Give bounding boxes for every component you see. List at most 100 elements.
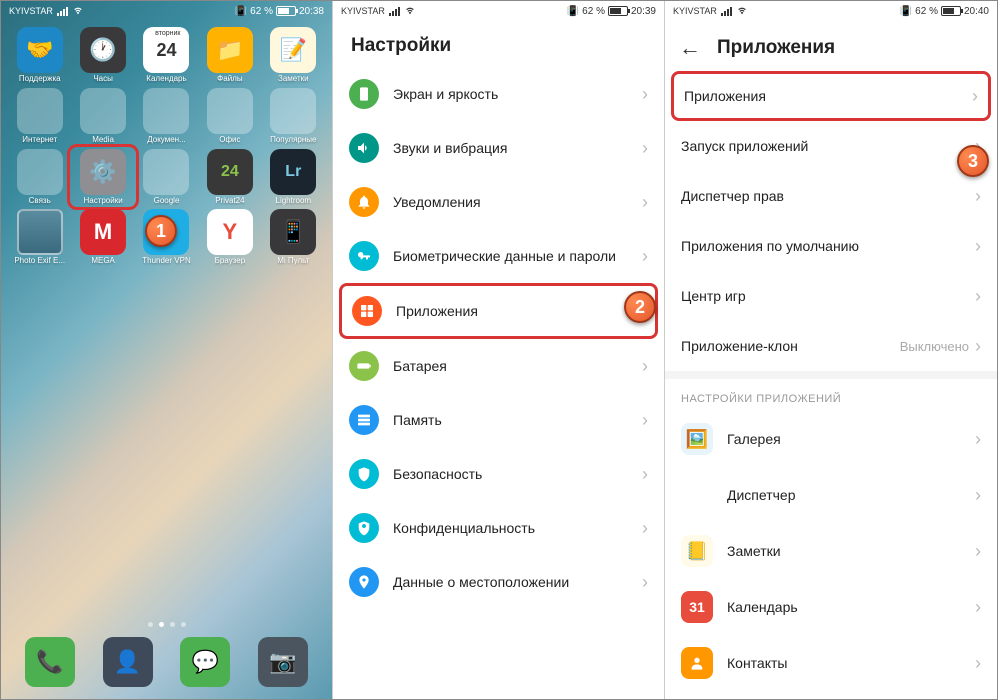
status-bar: KYIVSTAR 📳 62 % 20:40 bbox=[665, 1, 997, 21]
row-location[interactable]: Данные о местоположении› bbox=[333, 555, 664, 609]
row-default-apps[interactable]: Приложения по умолчанию› bbox=[665, 221, 997, 271]
chevron-right-icon: › bbox=[975, 236, 981, 257]
chevron-right-icon: › bbox=[642, 410, 648, 431]
back-button[interactable]: ← bbox=[679, 35, 701, 61]
chevron-right-icon: › bbox=[642, 572, 648, 593]
chevron-right-icon: › bbox=[642, 192, 648, 213]
gallery-icon: 🖼️ bbox=[681, 423, 713, 455]
wifi-icon bbox=[72, 6, 84, 16]
row-privacy[interactable]: Конфиденциальность› bbox=[333, 501, 664, 555]
app-settings[interactable]: ⚙️Настройки bbox=[67, 144, 138, 211]
chevron-right-icon: › bbox=[642, 356, 648, 377]
row-app-calendar[interactable]: 31Календарь› bbox=[665, 579, 997, 635]
battery-icon bbox=[941, 6, 961, 16]
row-biometrics[interactable]: Биометрические данные и пароли› bbox=[333, 229, 664, 283]
sound-icon bbox=[349, 133, 379, 163]
vibrate-icon: 📳 bbox=[900, 6, 912, 17]
app-privat24[interactable]: 24Privat24 bbox=[199, 149, 260, 206]
storage-icon bbox=[349, 405, 379, 435]
chevron-right-icon: › bbox=[975, 286, 981, 307]
row-game-center[interactable]: Центр игр› bbox=[665, 271, 997, 321]
page-title: Приложения bbox=[717, 37, 835, 59]
step-badge-2: 2 bbox=[624, 291, 656, 323]
phone-settings-apps: KYIVSTAR 📳 62 % 20:40 ← Приложения Прило… bbox=[665, 1, 997, 699]
row-storage[interactable]: Память› bbox=[333, 393, 664, 447]
status-bar: KYIVSTAR 📳 62 % 20:39 bbox=[333, 1, 664, 21]
row-display[interactable]: Экран и яркость› bbox=[333, 67, 664, 121]
app-browser[interactable]: YБраузер bbox=[199, 209, 260, 266]
dock-contacts[interactable]: 👤 bbox=[103, 637, 153, 687]
vibrate-icon: 📳 bbox=[235, 6, 247, 17]
folder-popular[interactable]: Популярные bbox=[263, 88, 324, 145]
chevron-right-icon: › bbox=[972, 86, 978, 107]
section-divider bbox=[665, 371, 997, 379]
chevron-right-icon: › bbox=[642, 246, 648, 267]
chevron-right-icon: › bbox=[642, 138, 648, 159]
chevron-right-icon: › bbox=[975, 597, 981, 618]
signal-icon bbox=[721, 7, 732, 16]
row-battery[interactable]: Батарея› bbox=[333, 339, 664, 393]
clock: 20:40 bbox=[964, 6, 989, 17]
app-calendar[interactable]: вторник24Календарь bbox=[136, 27, 197, 84]
folder-internet[interactable]: Интернет bbox=[9, 88, 70, 145]
row-apps[interactable]: Приложения› bbox=[339, 283, 658, 339]
row-sound[interactable]: Звуки и вибрация› bbox=[333, 121, 664, 175]
key-icon bbox=[349, 241, 379, 271]
chevron-right-icon: › bbox=[642, 84, 648, 105]
row-notifications[interactable]: Уведомления› bbox=[333, 175, 664, 229]
wifi-icon bbox=[404, 6, 416, 16]
folder-documents[interactable]: Докумен... bbox=[136, 88, 197, 145]
dock: 📞 👤 💬 📷 bbox=[1, 637, 332, 687]
chevron-right-icon: › bbox=[975, 336, 981, 357]
row-security[interactable]: Безопасность› bbox=[333, 447, 664, 501]
row-applications[interactable]: Приложения› bbox=[671, 71, 991, 121]
clock: 20:39 bbox=[631, 6, 656, 17]
battery-icon bbox=[276, 6, 296, 16]
step-badge-1: 1 bbox=[145, 215, 177, 247]
dock-messages[interactable]: 💬 bbox=[180, 637, 230, 687]
wifi-icon bbox=[736, 6, 748, 16]
header: ← Приложения bbox=[665, 21, 997, 71]
shield-icon bbox=[349, 459, 379, 489]
folder-google[interactable]: Google bbox=[136, 149, 197, 206]
folder-office[interactable]: Офис bbox=[199, 88, 260, 145]
notes-icon: 📒 bbox=[681, 535, 713, 567]
app-mega[interactable]: MMEGA bbox=[72, 209, 133, 266]
row-app-contacts[interactable]: Контакты› bbox=[665, 635, 997, 691]
row-permissions[interactable]: Диспетчер прав› bbox=[665, 171, 997, 221]
signal-icon bbox=[389, 7, 400, 16]
phone-settings-main: KYIVSTAR 📳 62 % 20:39 Настройки Экран и … bbox=[333, 1, 665, 699]
app-support[interactable]: 🤝Поддержка bbox=[9, 27, 70, 84]
app-notes[interactable]: 📝Заметки bbox=[263, 27, 324, 84]
app-clock[interactable]: 🕐Часы bbox=[72, 27, 133, 84]
row-app-launch[interactable]: Запуск приложений› bbox=[665, 121, 997, 171]
row-app-clone[interactable]: Приложение-клонВыключено› bbox=[665, 321, 997, 371]
bell-icon bbox=[349, 187, 379, 217]
folder-media[interactable]: Media bbox=[72, 88, 133, 145]
page-title: Настройки bbox=[351, 35, 646, 57]
app-files[interactable]: 📁Файлы bbox=[199, 27, 260, 84]
dock-camera[interactable]: 📷 bbox=[258, 637, 308, 687]
chevron-right-icon: › bbox=[975, 429, 981, 450]
dock-phone[interactable]: 📞 bbox=[25, 637, 75, 687]
apps-icon bbox=[352, 296, 382, 326]
carrier-label: KYIVSTAR bbox=[673, 6, 717, 16]
row-app-notes[interactable]: 📒Заметки› bbox=[665, 523, 997, 579]
widget-photo-exif[interactable]: Photo Exif E... bbox=[9, 209, 70, 266]
app-lightroom[interactable]: LrLightroom bbox=[263, 149, 324, 206]
folder-communication[interactable]: Связь bbox=[9, 149, 70, 206]
manager-icon bbox=[681, 479, 713, 511]
settings-list: Экран и яркость› Звуки и вибрация› Уведо… bbox=[333, 67, 664, 609]
chevron-right-icon: › bbox=[975, 541, 981, 562]
vibrate-icon: 📳 bbox=[567, 6, 579, 17]
carrier-label: KYIVSTAR bbox=[341, 6, 385, 16]
row-app-manager[interactable]: Диспетчер› bbox=[665, 467, 997, 523]
battery-icon bbox=[608, 6, 628, 16]
display-icon bbox=[349, 79, 379, 109]
app-mi-remote[interactable]: 📱Mi Пульт bbox=[263, 209, 324, 266]
contacts-icon bbox=[681, 647, 713, 679]
row-app-gallery[interactable]: 🖼️Галерея› bbox=[665, 411, 997, 467]
chevron-right-icon: › bbox=[975, 186, 981, 207]
phone-home-screen: KYIVSTAR 📳 62 % 20:38 🤝Поддержка 🕐Часы в… bbox=[1, 1, 333, 699]
status-bar: KYIVSTAR 📳 62 % 20:38 bbox=[1, 1, 332, 21]
